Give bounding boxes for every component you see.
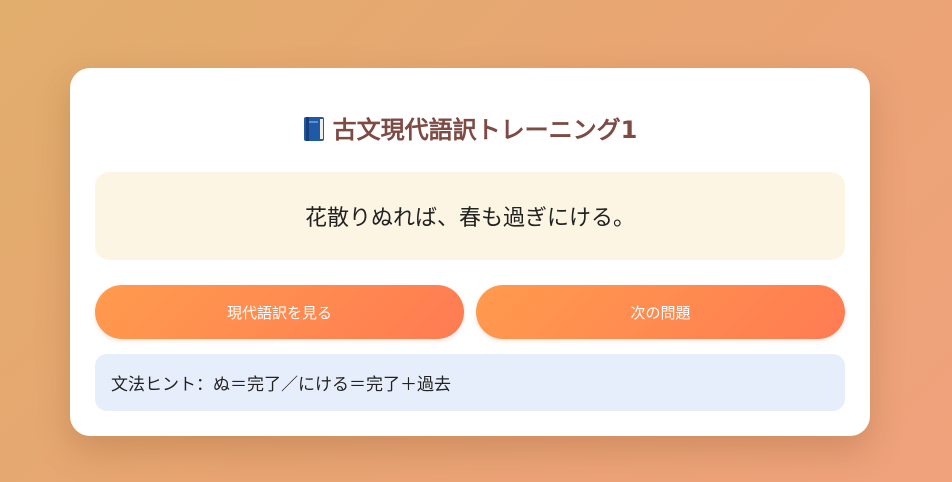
- grammar-hint: 文法ヒント：ぬ＝完了／にける＝完了＋過去: [95, 354, 845, 411]
- page-title: 古文現代語訳トレーニング1: [332, 116, 638, 144]
- book-icon: [303, 117, 324, 141]
- show-translation-button[interactable]: 現代語訳を見る: [95, 285, 464, 339]
- classical-sentence: 花散りぬれば、春も過ぎにける。: [95, 172, 845, 260]
- page-title-row: 古文現代語訳トレーニング1: [70, 112, 870, 148]
- next-question-button[interactable]: 次の問題: [476, 285, 845, 339]
- quiz-card: 古文現代語訳トレーニング1 花散りぬれば、春も過ぎにける。 現代語訳を見る 次の…: [70, 68, 870, 436]
